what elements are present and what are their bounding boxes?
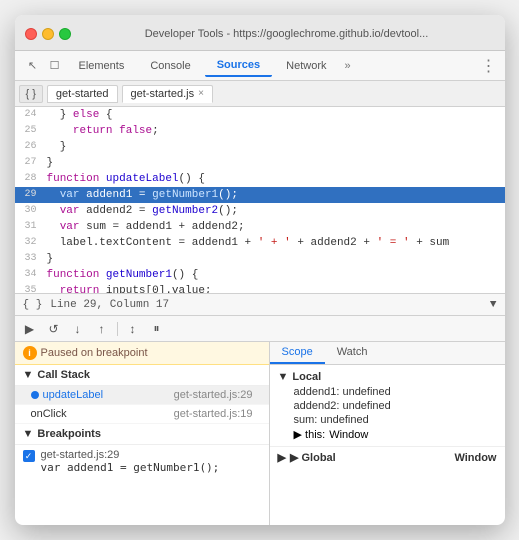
cursor-position: Line 29, Column 17 xyxy=(50,299,169,311)
code-lines: 24 } else { 25 return false; 26 } 27 } 2… xyxy=(15,107,505,293)
step-out-button[interactable]: ↑ xyxy=(93,320,111,338)
panel-content: i Paused on breakpoint ▼ Call Stack upda… xyxy=(15,342,505,525)
status-bar: { } Line 29, Column 17 ▼ xyxy=(15,293,505,315)
code-line-25: 25 return false; xyxy=(15,123,505,139)
blackbox-button[interactable]: ↕ xyxy=(124,320,142,338)
inactive-file-tab[interactable]: get-started xyxy=(47,85,118,103)
devtools-window: Developer Tools - https://googlechrome.g… xyxy=(15,15,505,525)
fn-name-0: updateLabel xyxy=(43,389,104,401)
tab-elements[interactable]: Elements xyxy=(67,56,137,76)
toolbar-separator xyxy=(117,322,118,336)
bottom-panel: ▶ ↺ ↓ ↑ ↕ ⏸ i Paused on breakpoint ▼ Cal… xyxy=(15,315,505,525)
breakpoint-file: get-started.js:29 xyxy=(41,449,220,461)
active-file-tab[interactable]: get-started.js × xyxy=(122,85,213,103)
step-over-button[interactable]: ↺ xyxy=(45,320,63,338)
code-line-24: 24 } else { xyxy=(15,107,505,123)
status-bar-right: ▼ xyxy=(490,299,497,311)
close-tab-button[interactable]: × xyxy=(198,88,204,99)
device-icon[interactable]: ☐ xyxy=(45,56,65,76)
breakpoint-item-0: ✓ get-started.js:29 var addend1 = getNum… xyxy=(15,445,269,478)
tab-watch[interactable]: Watch xyxy=(325,342,380,364)
code-line-26: 26 } xyxy=(15,139,505,155)
breakpoints-arrow: ▼ xyxy=(23,428,34,440)
sum-value: undefined xyxy=(320,414,368,426)
code-line-27: 27 } xyxy=(15,155,505,171)
this-key: ▶ this: xyxy=(294,428,326,441)
code-line-31: 31 var sum = addend1 + addend2; xyxy=(15,219,505,235)
resume-button[interactable]: ▶ xyxy=(21,320,39,338)
window-title: Developer Tools - https://googlechrome.g… xyxy=(79,28,495,40)
code-line-29: 29 var addend1 = getNumber1(); xyxy=(15,187,505,203)
addend1-value: undefined xyxy=(342,386,390,398)
devtools-menu[interactable]: ⋮ xyxy=(481,56,497,76)
breakpoint-code: var addend1 = getNumber1(); xyxy=(41,461,220,474)
status-left: { } xyxy=(23,299,43,311)
call-stack-item-0[interactable]: updateLabel get-started.js:29 xyxy=(15,386,269,405)
active-frame-indicator xyxy=(31,391,39,399)
active-tab-label: get-started.js xyxy=(131,88,195,100)
cursor-icon[interactable]: ↖ xyxy=(23,56,43,76)
right-debug-panel: Scope Watch ▼ Local addend1: undefined a… xyxy=(270,342,505,525)
inactive-tab-label: get-started xyxy=(56,88,109,100)
global-scope-header[interactable]: ▶ ▶ Global Window xyxy=(278,451,497,464)
addend2-key: addend2: xyxy=(294,400,340,412)
scope-item-sum: sum: undefined xyxy=(278,413,497,427)
local-label: Local xyxy=(292,371,321,383)
sum-key: sum: xyxy=(294,414,318,426)
local-arrow: ▼ xyxy=(278,371,289,383)
tab-network[interactable]: Network xyxy=(274,56,338,76)
scope-local-section: ▼ Local addend1: undefined addend2: unde… xyxy=(270,365,505,446)
addend1-key: addend1: xyxy=(294,386,340,398)
sidebar-toggle[interactable]: { } xyxy=(19,85,43,103)
breakpoint-checkbox[interactable]: ✓ xyxy=(23,450,35,462)
title-bar: Developer Tools - https://googlechrome.g… xyxy=(15,15,505,51)
local-scope-header[interactable]: ▼ Local xyxy=(278,369,497,385)
scope-this-item[interactable]: ▶ this: Window xyxy=(278,427,497,442)
traffic-lights xyxy=(25,28,71,40)
tab-console[interactable]: Console xyxy=(138,56,202,76)
call-stack-arrow: ▼ xyxy=(23,369,34,381)
scope-item-addend2: addend2: undefined xyxy=(278,399,497,413)
left-debug-panel: i Paused on breakpoint ▼ Call Stack upda… xyxy=(15,342,270,525)
call-stack-header[interactable]: ▼ Call Stack xyxy=(15,365,269,386)
addend2-value: undefined xyxy=(342,400,390,412)
code-editor: 24 } else { 25 return false; 26 } 27 } 2… xyxy=(15,107,505,315)
main-tab-bar: ↖ ☐ Elements Console Sources Network » ⋮ xyxy=(15,51,505,81)
scroll-to-bottom[interactable]: ▼ xyxy=(490,299,497,311)
breakpoints-label: Breakpoints xyxy=(37,428,101,440)
code-line-35: 35 return inputs[0].value; xyxy=(15,283,505,293)
code-line-33: 33 } xyxy=(15,251,505,267)
debug-toolbar: ▶ ↺ ↓ ↑ ↕ ⏸ xyxy=(15,316,505,342)
file-name-1: get-started.js:19 xyxy=(174,408,253,420)
file-name-0: get-started.js:29 xyxy=(174,389,253,401)
call-stack-item-1[interactable]: onClick get-started.js:19 xyxy=(15,405,269,424)
maximize-button[interactable] xyxy=(59,28,71,40)
this-value: Window xyxy=(329,429,368,441)
breakpoint-content: get-started.js:29 var addend1 = getNumbe… xyxy=(41,449,220,474)
scope-global-section: ▶ ▶ Global Window xyxy=(270,446,505,468)
step-into-button[interactable]: ↓ xyxy=(69,320,87,338)
scope-item-addend1: addend1: undefined xyxy=(278,385,497,399)
minimize-button[interactable] xyxy=(42,28,54,40)
code-line-32: 32 label.textContent = addend1 + ' + ' +… xyxy=(15,235,505,251)
file-tabs: { } get-started get-started.js × xyxy=(15,81,505,107)
tabs-more[interactable]: » xyxy=(340,60,354,72)
global-label: ▶ Global xyxy=(290,451,336,464)
breakpoint-status: Paused on breakpoint xyxy=(41,347,148,359)
breakpoint-banner: i Paused on breakpoint xyxy=(15,342,269,365)
global-arrow: ▶ xyxy=(278,451,286,464)
code-line-34: 34 function getNumber1() { xyxy=(15,267,505,283)
tab-scope[interactable]: Scope xyxy=(270,342,325,364)
global-value: Window xyxy=(454,452,496,464)
fn-name-1: onClick xyxy=(31,408,67,420)
tab-sources[interactable]: Sources xyxy=(205,55,272,77)
pause-button[interactable]: ⏸ xyxy=(148,320,166,338)
call-stack-label: Call Stack xyxy=(37,369,90,381)
breakpoints-header[interactable]: ▼ Breakpoints xyxy=(15,424,269,445)
right-panel-tabs: Scope Watch xyxy=(270,342,505,365)
code-line-28: 28 function updateLabel() { xyxy=(15,171,505,187)
close-button[interactable] xyxy=(25,28,37,40)
code-line-30: 30 var addend2 = getNumber2(); xyxy=(15,203,505,219)
info-icon: i xyxy=(23,346,37,360)
